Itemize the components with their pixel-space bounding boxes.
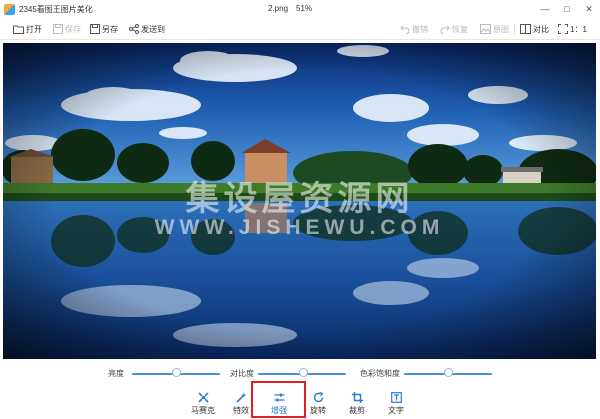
mosaic-icon (197, 392, 209, 403)
saturation-label: 色彩饱和度 (360, 369, 400, 378)
effects-button[interactable]: 特效 (221, 392, 261, 418)
brightness-label: 亮度 (108, 369, 124, 378)
compare-label: 对比 (533, 24, 549, 34)
enhance-label: 增强 (271, 406, 287, 415)
brightness-thumb[interactable] (171, 368, 181, 377)
original-label: 原图 (493, 24, 509, 34)
redo-icon (440, 25, 450, 34)
adjustment-sliders: 亮度 对比度 色彩饱和度 (0, 362, 600, 384)
file-name: 2.png (268, 4, 289, 13)
rotate-label: 旋转 (310, 406, 326, 415)
contrast-thumb[interactable] (299, 368, 309, 377)
save-label: 保存 (65, 24, 81, 34)
mosaic-button[interactable]: 马赛克 (183, 392, 223, 418)
compare-icon (520, 24, 531, 34)
undo-button[interactable]: 撤销 (400, 19, 428, 39)
folder-icon (13, 25, 24, 34)
rotate-icon (313, 392, 324, 403)
open-button[interactable]: 打开 (13, 19, 42, 39)
lake-photo (3, 43, 596, 359)
actual-size-button[interactable]: 1：1 (558, 19, 587, 39)
bottom-toolbar: 马赛克 特效 增强 旋转 裁剪 文字 (0, 386, 600, 419)
close-button[interactable]: ✕ (582, 2, 596, 16)
enhance-button[interactable]: 增强 (259, 392, 299, 418)
save-button[interactable]: 保存 (53, 19, 81, 39)
sliders-icon (274, 393, 284, 402)
redo-button[interactable]: 恢复 (440, 19, 468, 39)
app-logo-icon (4, 4, 15, 15)
text-button[interactable]: 文字 (376, 392, 416, 418)
toolbar-divider (514, 24, 515, 34)
effects-label: 特效 (233, 406, 249, 415)
contrast-label: 对比度 (230, 369, 254, 378)
save-as-label: 另存 (102, 24, 118, 34)
send-to-label: 发送到 (141, 24, 165, 34)
text-label: 文字 (388, 406, 404, 415)
send-to-button[interactable]: 发送到 (129, 19, 165, 39)
file-info: 2.png 51% (268, 4, 312, 13)
share-icon (129, 24, 139, 34)
zoom-level: 51% (296, 4, 313, 13)
image-canvas[interactable]: 集设屋资源网 WWW.JISHEWU.COM (3, 43, 596, 359)
rotate-button[interactable]: 旋转 (298, 392, 338, 418)
text-icon (390, 392, 402, 403)
compare-button[interactable]: 对比 (520, 19, 549, 39)
app-title: 2345看图王图片美化 (19, 5, 93, 14)
fit-icon (558, 24, 568, 34)
redo-label: 恢复 (452, 24, 468, 34)
saturation-thumb[interactable] (443, 368, 453, 377)
undo-icon (400, 25, 410, 34)
actual-size-label: 1：1 (570, 24, 587, 34)
crop-button[interactable]: 裁剪 (337, 392, 377, 418)
image-icon (480, 24, 491, 34)
save-icon (53, 24, 63, 34)
save-as-icon (90, 24, 100, 34)
title-bar: 2345看图王图片美化 2.png 51% — □ ✕ (0, 0, 600, 19)
crop-label: 裁剪 (349, 406, 365, 415)
original-button[interactable]: 原图 (480, 19, 509, 39)
toolbar: 打开 保存 另存 发送到 撤销 恢复 原图 对比 1：1 (0, 19, 600, 40)
minimize-button[interactable]: — (538, 2, 552, 16)
open-label: 打开 (26, 24, 42, 34)
mosaic-label: 马赛克 (191, 406, 215, 415)
maximize-button[interactable]: □ (560, 2, 574, 16)
save-as-button[interactable]: 另存 (90, 19, 118, 39)
magic-wand-icon (235, 392, 246, 403)
undo-label: 撤销 (412, 24, 428, 34)
crop-icon (351, 392, 363, 403)
